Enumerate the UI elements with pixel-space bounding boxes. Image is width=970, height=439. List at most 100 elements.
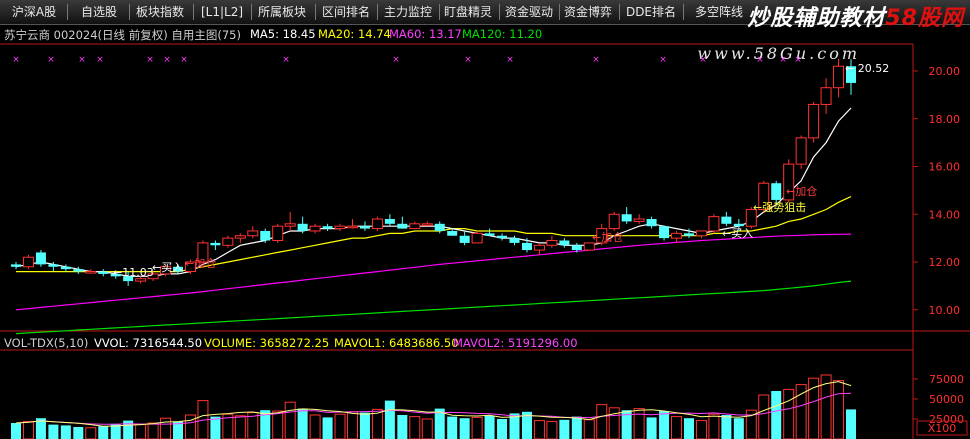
volume-bar-up — [334, 413, 346, 439]
candle-up — [272, 225, 284, 242]
candle-down — [60, 266, 71, 270]
volume-bar-down — [297, 408, 308, 439]
y-tick-label: 18.00 — [929, 113, 961, 126]
price-chart[interactable]: 20.00 18.00 16.00 14.00 12.00 10.00 75000 50000… — [0, 0, 970, 439]
volume-bar-up — [633, 408, 645, 439]
candle-down — [459, 235, 470, 243]
volume-bar-up — [160, 417, 172, 439]
candle-up — [671, 232, 683, 239]
signal-marker: × — [756, 55, 764, 65]
y-tick-label: 16.00 — [929, 161, 961, 174]
volume-bar-up — [471, 416, 483, 439]
volume-bar-down — [384, 400, 395, 439]
candle-up — [546, 240, 558, 246]
candle-down — [384, 219, 395, 224]
candle-down — [683, 233, 694, 236]
y-tick-label: 10.00 — [929, 304, 961, 317]
volume-bar-down — [497, 419, 508, 439]
signal-marker: × — [659, 55, 667, 65]
signal-marker: × — [78, 55, 86, 65]
annotation-add-2: ←加仓 — [592, 230, 623, 244]
candle-down — [297, 223, 308, 231]
signal-marker: × — [146, 55, 154, 65]
volume-bar-down — [733, 418, 744, 439]
volume-bar-down — [60, 425, 71, 439]
volume-bar-down — [48, 424, 59, 439]
volume-bar-up — [409, 416, 421, 439]
annotation-strong: ←强势狙击 — [753, 201, 806, 214]
volume-bar-down — [846, 409, 856, 439]
vol-tick-label: 50000 — [929, 393, 964, 406]
candle-down — [322, 226, 333, 229]
volume-bar-down — [646, 417, 657, 439]
candle-up — [795, 137, 807, 165]
annotation-add-3: ←加仓 — [786, 184, 817, 198]
signal-marker: × — [96, 55, 104, 65]
annotation-high: ← 20.52 — [845, 62, 889, 75]
candle-up — [533, 244, 545, 251]
candle-down — [509, 238, 520, 243]
candle-down — [35, 252, 46, 265]
candle-up — [334, 225, 346, 230]
candle-down — [98, 271, 109, 274]
candle-up — [608, 213, 620, 230]
candle-up — [695, 230, 707, 237]
candle-up — [346, 225, 358, 229]
candle-down — [48, 264, 59, 267]
ma5-line — [15, 107, 852, 277]
volume-bar-down — [210, 416, 221, 439]
volume-bar-up — [783, 388, 795, 439]
signal-marker: × — [47, 55, 55, 65]
volume-bar-down — [659, 411, 670, 439]
candle-down — [559, 240, 570, 246]
candle-down — [359, 226, 370, 229]
volume-bar-up — [85, 427, 97, 439]
signal-marker: × — [392, 55, 400, 65]
candle-up — [371, 218, 383, 230]
signal-marker: × — [163, 55, 171, 65]
volume-bar-down — [447, 416, 458, 439]
volume-bar-up — [22, 420, 34, 439]
vol-tick-label: 75000 — [929, 373, 964, 386]
candle-up — [833, 65, 845, 89]
candle-up — [633, 218, 645, 222]
volume-bar-down — [571, 416, 582, 439]
volume-bar-down — [73, 427, 84, 439]
volume-bar-up — [234, 415, 246, 439]
candle-down — [434, 223, 445, 231]
annotation-low: ←11.03 — [113, 266, 154, 279]
candle-up — [309, 225, 321, 232]
candle-down — [484, 233, 495, 236]
candle-up — [85, 271, 97, 274]
volume-bar-up — [309, 414, 321, 439]
volume-bar-up — [284, 401, 296, 439]
candle-down — [571, 245, 582, 251]
signal-marker: × — [12, 55, 20, 65]
signal-marker: × — [779, 55, 787, 65]
candle-down — [621, 214, 632, 222]
y-tick-label: 20.00 — [929, 65, 961, 78]
volume-bar-down — [459, 418, 470, 439]
candle-down — [771, 183, 782, 200]
volume-bar-up — [583, 419, 595, 439]
signal-marker: × — [180, 55, 188, 65]
candle-down — [521, 242, 532, 251]
candle-down — [11, 264, 21, 267]
candle-up — [808, 103, 820, 139]
signal-marker: × — [794, 55, 802, 65]
volume-bar-up — [272, 410, 284, 439]
candle-down — [646, 219, 657, 227]
candle-up — [22, 256, 34, 268]
volume-bar-down — [98, 426, 109, 439]
candle-down — [721, 216, 732, 224]
y-tick-label: 12.00 — [929, 256, 961, 269]
volume-bar-up — [147, 422, 159, 439]
volume-bar-down — [484, 415, 495, 439]
candle-down — [733, 223, 744, 227]
annotation-buy-2: ←买入 — [722, 227, 753, 240]
volume-bar-up — [671, 416, 683, 439]
volume-bar-up — [421, 418, 433, 439]
candle-down — [260, 230, 271, 241]
candle-up — [284, 223, 296, 227]
candle-up — [421, 223, 433, 226]
